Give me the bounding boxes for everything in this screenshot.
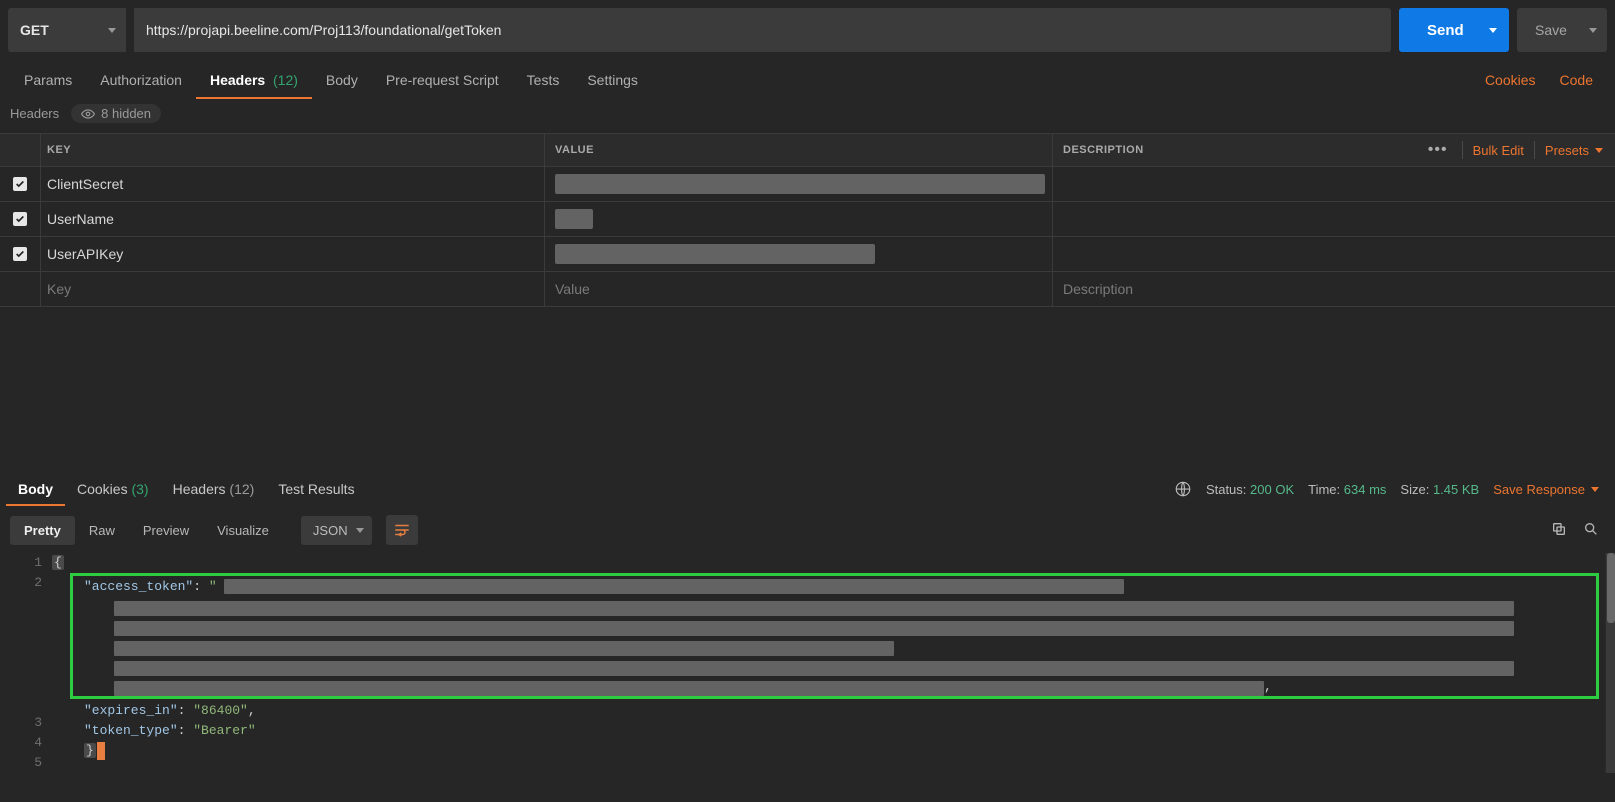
hidden-headers-toggle[interactable]: 8 hidden xyxy=(71,104,161,123)
chevron-down-icon xyxy=(1595,148,1603,153)
redacted-token xyxy=(114,601,1514,616)
bulk-edit-link[interactable]: Bulk Edit xyxy=(1473,143,1524,158)
redacted-token xyxy=(114,661,1514,676)
seg-pretty[interactable]: Pretty xyxy=(10,516,75,545)
url-input[interactable] xyxy=(134,8,1391,52)
chevron-down-icon xyxy=(1591,487,1599,492)
header-key[interactable]: UserName xyxy=(47,211,114,227)
tab-params[interactable]: Params xyxy=(10,62,86,98)
header-key[interactable]: UserAPIKey xyxy=(47,246,123,262)
key-placeholder[interactable]: Key xyxy=(47,281,71,297)
chevron-down-icon xyxy=(1489,28,1497,33)
cookies-link[interactable]: Cookies xyxy=(1473,62,1548,98)
search-icon[interactable] xyxy=(1577,521,1605,540)
redacted-token xyxy=(114,641,894,656)
header-desc[interactable] xyxy=(1052,237,1615,271)
seg-preview[interactable]: Preview xyxy=(129,516,203,545)
table-row: UserAPIKey xyxy=(0,237,1615,272)
header-key[interactable]: ClientSecret xyxy=(47,176,123,192)
active-tab-underline xyxy=(6,504,65,506)
desc-placeholder[interactable]: Description xyxy=(1063,281,1133,297)
row-checkbox[interactable] xyxy=(13,177,27,191)
response-meta: Status: 200 OK Time: 634 ms Size: 1.45 K… xyxy=(1174,480,1609,498)
col-value: VALUE xyxy=(544,134,1052,166)
json-key: "token_type" xyxy=(84,723,178,738)
seg-visualize[interactable]: Visualize xyxy=(203,516,283,545)
globe-icon[interactable] xyxy=(1174,480,1192,498)
json-key: "access_token" xyxy=(84,579,193,594)
table-row: ClientSecret xyxy=(0,167,1615,202)
rtab-headers[interactable]: Headers (12) xyxy=(161,473,267,505)
rtab-cookies[interactable]: Cookies (3) xyxy=(65,473,161,505)
value-placeholder[interactable]: Value xyxy=(555,281,590,297)
tab-tests[interactable]: Tests xyxy=(513,62,574,98)
chevron-down-icon xyxy=(356,528,364,533)
line-gutter: 1 2 3 4 5 xyxy=(0,553,52,773)
response-tabs: Body Cookies (3) Headers (12) Test Resul… xyxy=(0,471,1615,507)
header-desc[interactable] xyxy=(1052,202,1615,236)
save-response-dropdown[interactable]: Save Response xyxy=(1493,482,1609,497)
request-tabs: Params Authorization Headers (12) Body P… xyxy=(0,60,1615,100)
tab-prerequest[interactable]: Pre-request Script xyxy=(372,62,513,98)
chevron-down-icon xyxy=(1589,28,1597,33)
more-icon[interactable]: ••• xyxy=(1424,141,1452,159)
row-checkbox[interactable] xyxy=(13,247,27,261)
redacted-token xyxy=(224,579,1124,594)
json-value: "86400" xyxy=(193,703,248,718)
http-method-select[interactable]: GET xyxy=(8,8,126,52)
format-select[interactable]: JSON xyxy=(301,516,372,545)
response-body[interactable]: 1 2 3 4 5 { "access_token": " , "expires… xyxy=(0,553,1615,773)
seg-raw[interactable]: Raw xyxy=(75,516,129,545)
scrollbar[interactable] xyxy=(1605,553,1615,773)
active-tab-underline xyxy=(196,97,312,99)
headers-table: KEY VALUE DESCRIPTION ••• Bulk Edit Pres… xyxy=(0,133,1615,307)
headers-table-head: KEY VALUE DESCRIPTION ••• Bulk Edit Pres… xyxy=(0,134,1615,167)
redacted-value[interactable] xyxy=(555,209,593,229)
rtab-body[interactable]: Body xyxy=(6,473,65,505)
json-value: "Bearer" xyxy=(193,723,255,738)
row-checkbox[interactable] xyxy=(13,212,27,226)
code-link[interactable]: Code xyxy=(1548,62,1605,98)
redacted-token xyxy=(114,681,1264,696)
tab-body[interactable]: Body xyxy=(312,62,372,98)
redacted-token xyxy=(114,621,1514,636)
eye-icon xyxy=(81,107,95,121)
wrap-lines-button[interactable] xyxy=(386,515,418,545)
headers-label: Headers xyxy=(10,106,59,121)
save-button-label: Save xyxy=(1535,22,1567,38)
col-key: KEY xyxy=(40,134,544,166)
tab-authorization[interactable]: Authorization xyxy=(86,62,196,98)
col-desc: DESCRIPTION xyxy=(1052,134,1405,166)
json-key: "expires_in" xyxy=(84,703,178,718)
table-row-placeholder: Key Value Description xyxy=(0,272,1615,307)
header-desc[interactable] xyxy=(1052,167,1615,201)
save-button[interactable]: Save xyxy=(1517,8,1607,52)
tab-headers[interactable]: Headers (12) xyxy=(196,62,312,98)
table-row: UserName xyxy=(0,202,1615,237)
send-button[interactable]: Send xyxy=(1399,8,1509,52)
headers-subheader: Headers 8 hidden xyxy=(0,100,1615,133)
tab-settings[interactable]: Settings xyxy=(573,62,652,98)
text-cursor xyxy=(97,742,105,760)
redacted-value[interactable] xyxy=(555,174,1045,194)
chevron-down-icon xyxy=(108,28,116,33)
rtab-testresults[interactable]: Test Results xyxy=(266,473,366,505)
scrollbar-thumb[interactable] xyxy=(1607,553,1615,623)
view-mode-segments: Pretty Raw Preview Visualize xyxy=(10,516,283,545)
send-button-label: Send xyxy=(1427,22,1464,39)
presets-dropdown[interactable]: Presets xyxy=(1545,143,1603,158)
http-method-value: GET xyxy=(20,22,49,38)
copy-icon[interactable] xyxy=(1545,521,1573,540)
redacted-value[interactable] xyxy=(555,244,875,264)
response-toolbar: Pretty Raw Preview Visualize JSON xyxy=(0,507,1615,553)
